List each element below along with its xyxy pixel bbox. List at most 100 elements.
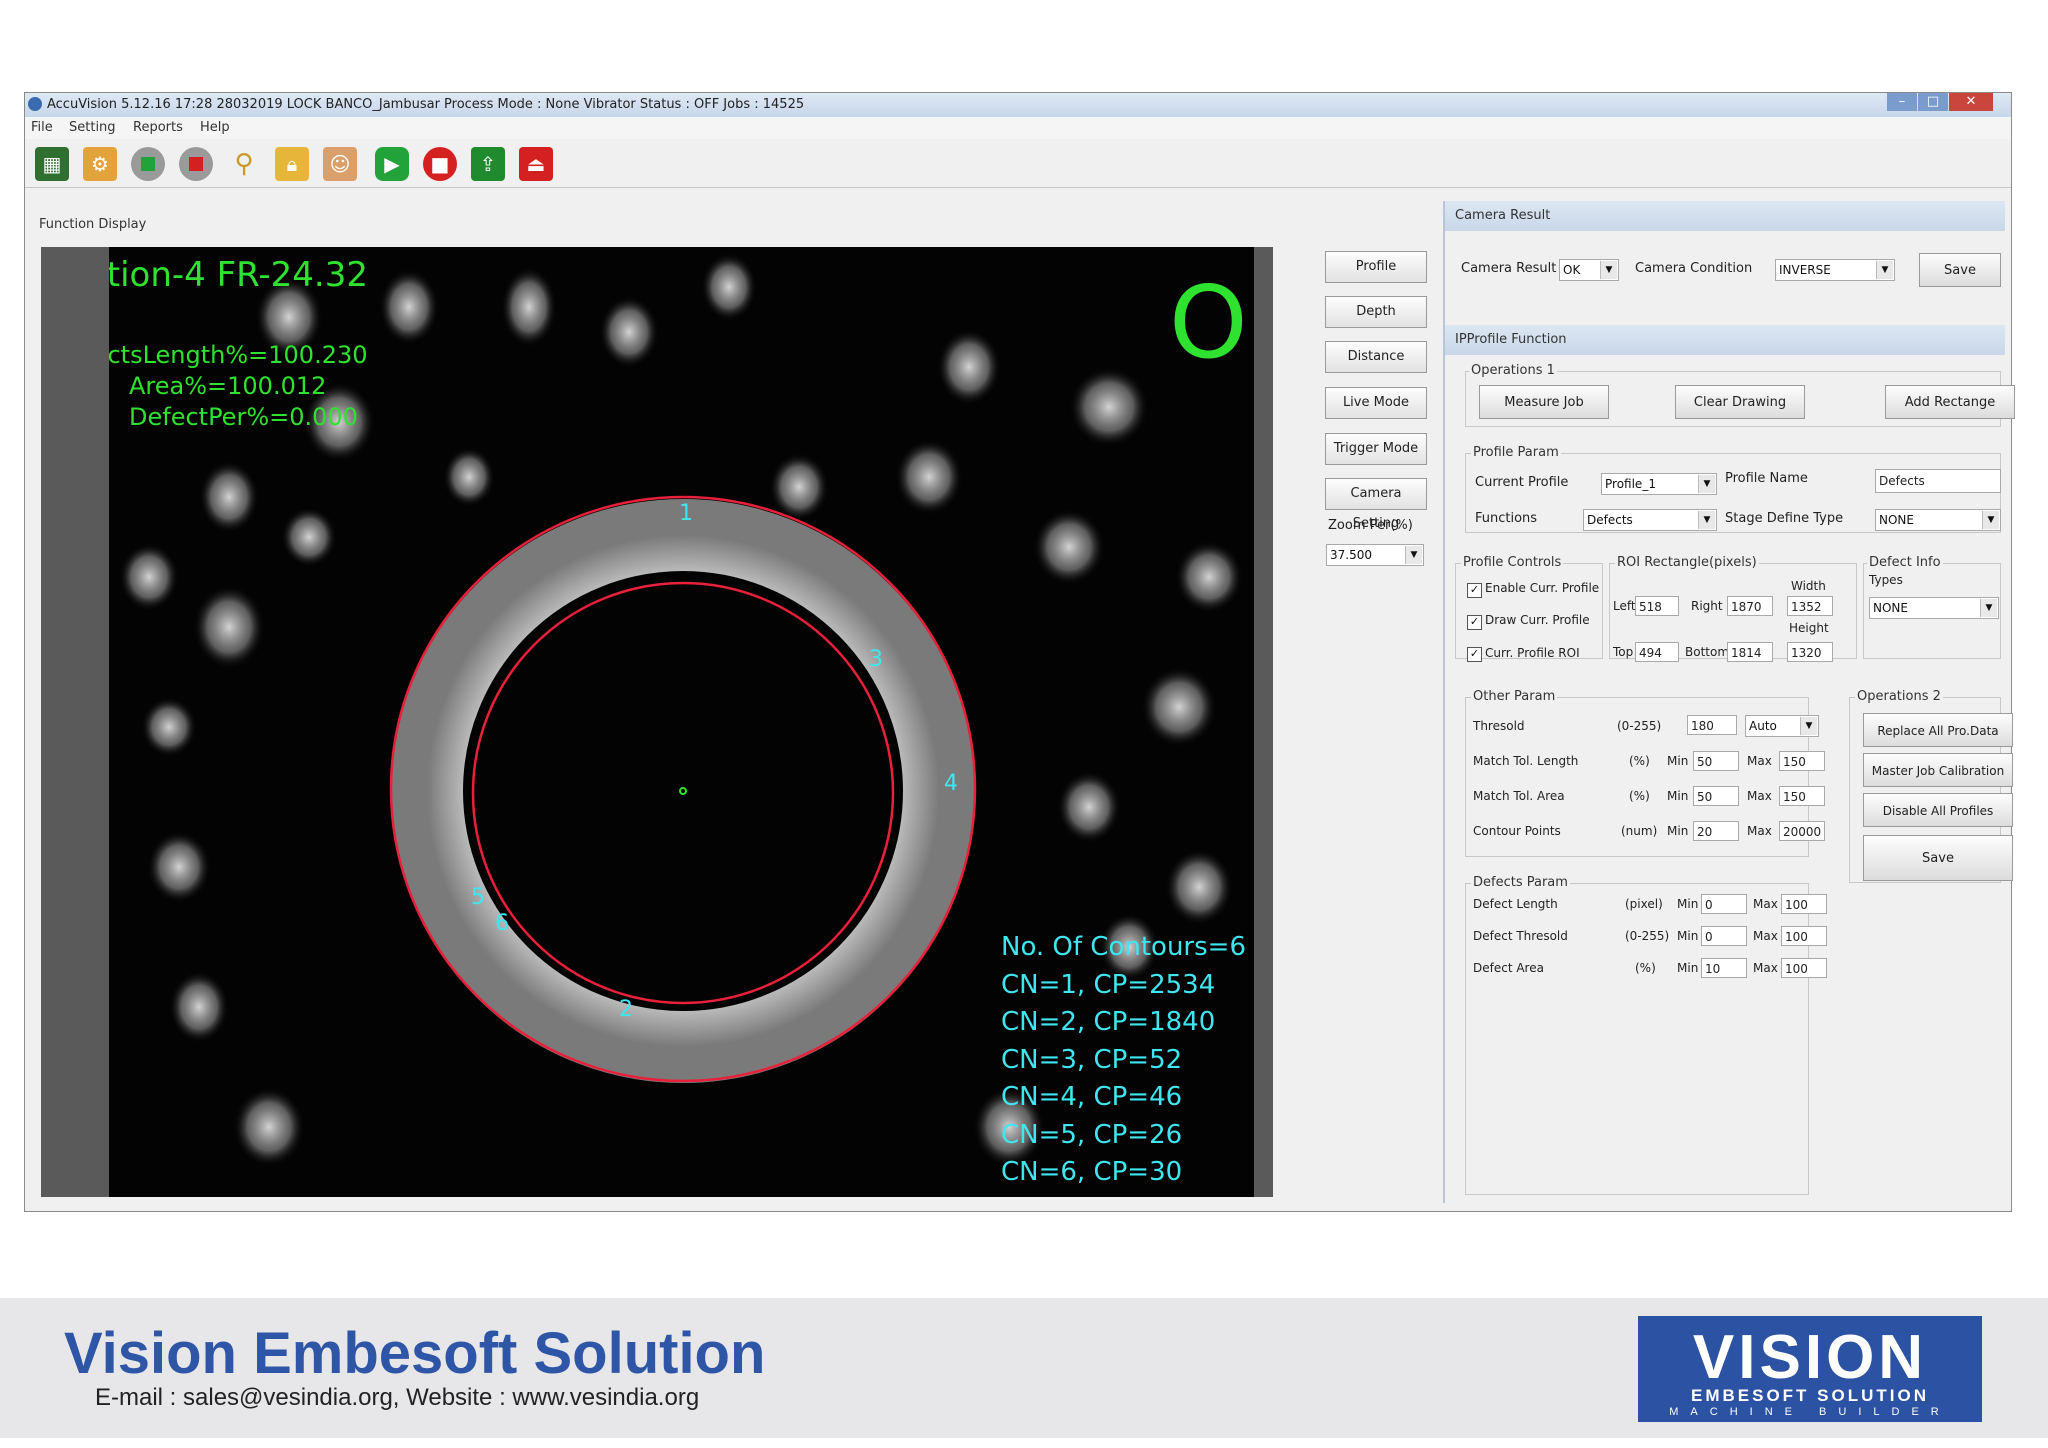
stage-define-select[interactable]: NONE ▼ <box>1875 509 2001 531</box>
board-icon[interactable]: ▦ <box>35 147 69 181</box>
match-area-max[interactable]: 150 <box>1779 786 1825 806</box>
match-area-min[interactable]: 50 <box>1693 786 1739 806</box>
roi-height-input[interactable]: 1320 <box>1787 642 1833 662</box>
stop-icon[interactable] <box>179 147 213 181</box>
zoom-select[interactable]: 37.500 ▼ <box>1326 544 1424 566</box>
threshold-range: (0-255) <box>1617 719 1662 733</box>
stage-define-value: NONE <box>1879 513 1914 527</box>
contour-points-max[interactable]: 20000 <box>1779 821 1825 841</box>
contour-points-min[interactable]: 20 <box>1693 821 1739 841</box>
camera-result-value: OK <box>1563 263 1581 277</box>
current-profile-label: Current Profile <box>1475 475 1569 490</box>
match-area-unit: (%) <box>1629 789 1650 803</box>
search-icon[interactable]: ⚲ <box>227 147 261 181</box>
enable-profile-label: Enable Curr. Profile <box>1485 581 1600 595</box>
match-length-max[interactable]: 150 <box>1779 751 1825 771</box>
maximize-icon[interactable]: □ <box>1918 93 1948 111</box>
defect-per-readout: DefectPer%=0.000 <box>129 403 358 431</box>
max-label: Max <box>1747 789 1772 803</box>
profile-name-input[interactable]: Defects <box>1875 469 2001 493</box>
roi-right-input[interactable]: 1870 <box>1727 596 1773 616</box>
roi-title: ROI Rectangle(pixels) <box>1615 555 1759 570</box>
threshold-mode-select[interactable]: Auto ▼ <box>1745 715 1819 737</box>
profile-roi-label: Curr. Profile ROI <box>1485 646 1580 660</box>
profile-button[interactable]: Profile <box>1325 251 1427 283</box>
menu-help[interactable]: Help <box>200 120 230 135</box>
max-label: Max <box>1753 961 1778 975</box>
settings-person-icon[interactable]: ⚙ <box>83 147 117 181</box>
match-length-label: Match Tol. Length <box>1473 754 1579 768</box>
draw-profile-checkbox[interactable]: ✓ <box>1467 615 1482 630</box>
contour-label-5: 5 <box>471 885 485 910</box>
defect-threshold-max[interactable]: 100 <box>1781 926 1827 946</box>
menu-bar: File Setting Reports Help <box>25 117 2011 140</box>
defect-threshold-min[interactable]: 0 <box>1701 926 1747 946</box>
defect-area-max[interactable]: 100 <box>1781 958 1827 978</box>
master-job-calibration-button[interactable]: Master Job Calibration <box>1863 753 2013 787</box>
min-label: Min <box>1667 824 1689 838</box>
contour-row: CN=6, CP=30 <box>1001 1157 1183 1187</box>
current-profile-select[interactable]: Profile_1 ▼ <box>1601 473 1717 495</box>
app-icon <box>28 97 42 111</box>
match-length-min[interactable]: 50 <box>1693 751 1739 771</box>
match-length-unit: (%) <box>1629 754 1650 768</box>
minimize-icon[interactable]: – <box>1887 93 1917 111</box>
defect-length-max[interactable]: 100 <box>1781 894 1827 914</box>
camera-setting-button[interactable]: Camera Setting <box>1325 478 1427 531</box>
roi-left-input[interactable]: 518 <box>1635 596 1679 616</box>
min-label: Min <box>1677 929 1699 943</box>
camera-image[interactable]: Station-4 FR-24.32 OK DefectsLength%=100… <box>109 247 1254 1197</box>
defect-area-min[interactable]: 10 <box>1701 958 1747 978</box>
inspected-ring <box>389 495 977 1083</box>
export-icon[interactable]: ⇪ <box>471 147 505 181</box>
save-profiles-button[interactable]: Save <box>1863 835 2013 881</box>
profile-roi-checkbox[interactable]: ✓ <box>1467 647 1482 662</box>
close-icon[interactable]: ✕ <box>1949 93 1993 111</box>
add-rectangle-button[interactable]: Add Rectange <box>1885 385 2015 419</box>
threshold-mode-value: Auto <box>1749 719 1777 733</box>
replace-all-data-button[interactable]: Replace All Pro.Data <box>1863 713 2013 747</box>
menu-file[interactable]: File <box>31 120 53 135</box>
right-panel: Camera Result Camera Result OK ▼ Camera … <box>1443 201 2015 1203</box>
max-label: Max <box>1747 754 1772 768</box>
exit-icon[interactable]: ⏏ <box>519 147 553 181</box>
trigger-mode-button[interactable]: Trigger Mode <box>1325 433 1427 465</box>
roi-width-input[interactable]: 1352 <box>1787 596 1833 616</box>
camera-save-button[interactable]: Save <box>1919 253 2001 287</box>
camera-condition-select[interactable]: INVERSE ▼ <box>1775 259 1895 281</box>
functions-select[interactable]: Defects ▼ <box>1583 509 1717 531</box>
defect-types-select[interactable]: NONE ▼ <box>1869 597 1999 619</box>
defects-length-readout: DefectsLength%=100.230 <box>109 341 368 369</box>
measure-job-button[interactable]: Measure Job <box>1479 385 1609 419</box>
defect-length-unit: (pixel) <box>1625 897 1663 911</box>
user-icon[interactable]: ☺ <box>323 147 357 181</box>
roi-bottom-input[interactable]: 1814 <box>1727 642 1773 662</box>
video-start-icon[interactable]: ▶ <box>375 147 409 181</box>
threshold-input[interactable]: 180 <box>1687 715 1737 735</box>
profile-name-label: Profile Name <box>1725 471 1808 486</box>
contour-row: CN=5, CP=26 <box>1001 1119 1183 1150</box>
distance-button[interactable]: Distance <box>1325 341 1427 373</box>
defect-length-label: Defect Length <box>1473 897 1558 911</box>
defect-threshold-unit: (0-255) <box>1625 929 1670 943</box>
menu-setting[interactable]: Setting <box>69 120 116 135</box>
camera-result-select[interactable]: OK ▼ <box>1559 259 1619 281</box>
lock-icon[interactable]: 🔒︎ <box>275 147 309 181</box>
enable-profile-checkbox[interactable]: ✓ <box>1467 583 1482 598</box>
disable-all-profiles-button[interactable]: Disable All Profiles <box>1863 793 2013 827</box>
app-window: AccuVision 5.12.16 17:28 28032019 LOCK B… <box>24 92 2015 1212</box>
roi-top-input[interactable]: 494 <box>1635 642 1679 662</box>
live-mode-button[interactable]: Live Mode <box>1325 387 1427 419</box>
defect-area-unit: (%) <box>1635 961 1656 975</box>
clear-drawing-button[interactable]: Clear Drawing <box>1675 385 1805 419</box>
start-icon[interactable] <box>131 147 165 181</box>
functions-value: Defects <box>1587 513 1633 527</box>
defect-info-title: Defect Info <box>1867 555 1943 570</box>
video-stop-icon[interactable]: ■ <box>423 147 457 181</box>
zoom-label: Zoom Per(%) <box>1328 518 1413 533</box>
menu-reports[interactable]: Reports <box>133 120 183 135</box>
defect-length-min[interactable]: 0 <box>1701 894 1747 914</box>
station-label: Station-4 FR-24.32 <box>109 255 368 295</box>
depth-button[interactable]: Depth <box>1325 296 1427 328</box>
functions-label: Functions <box>1475 511 1538 526</box>
